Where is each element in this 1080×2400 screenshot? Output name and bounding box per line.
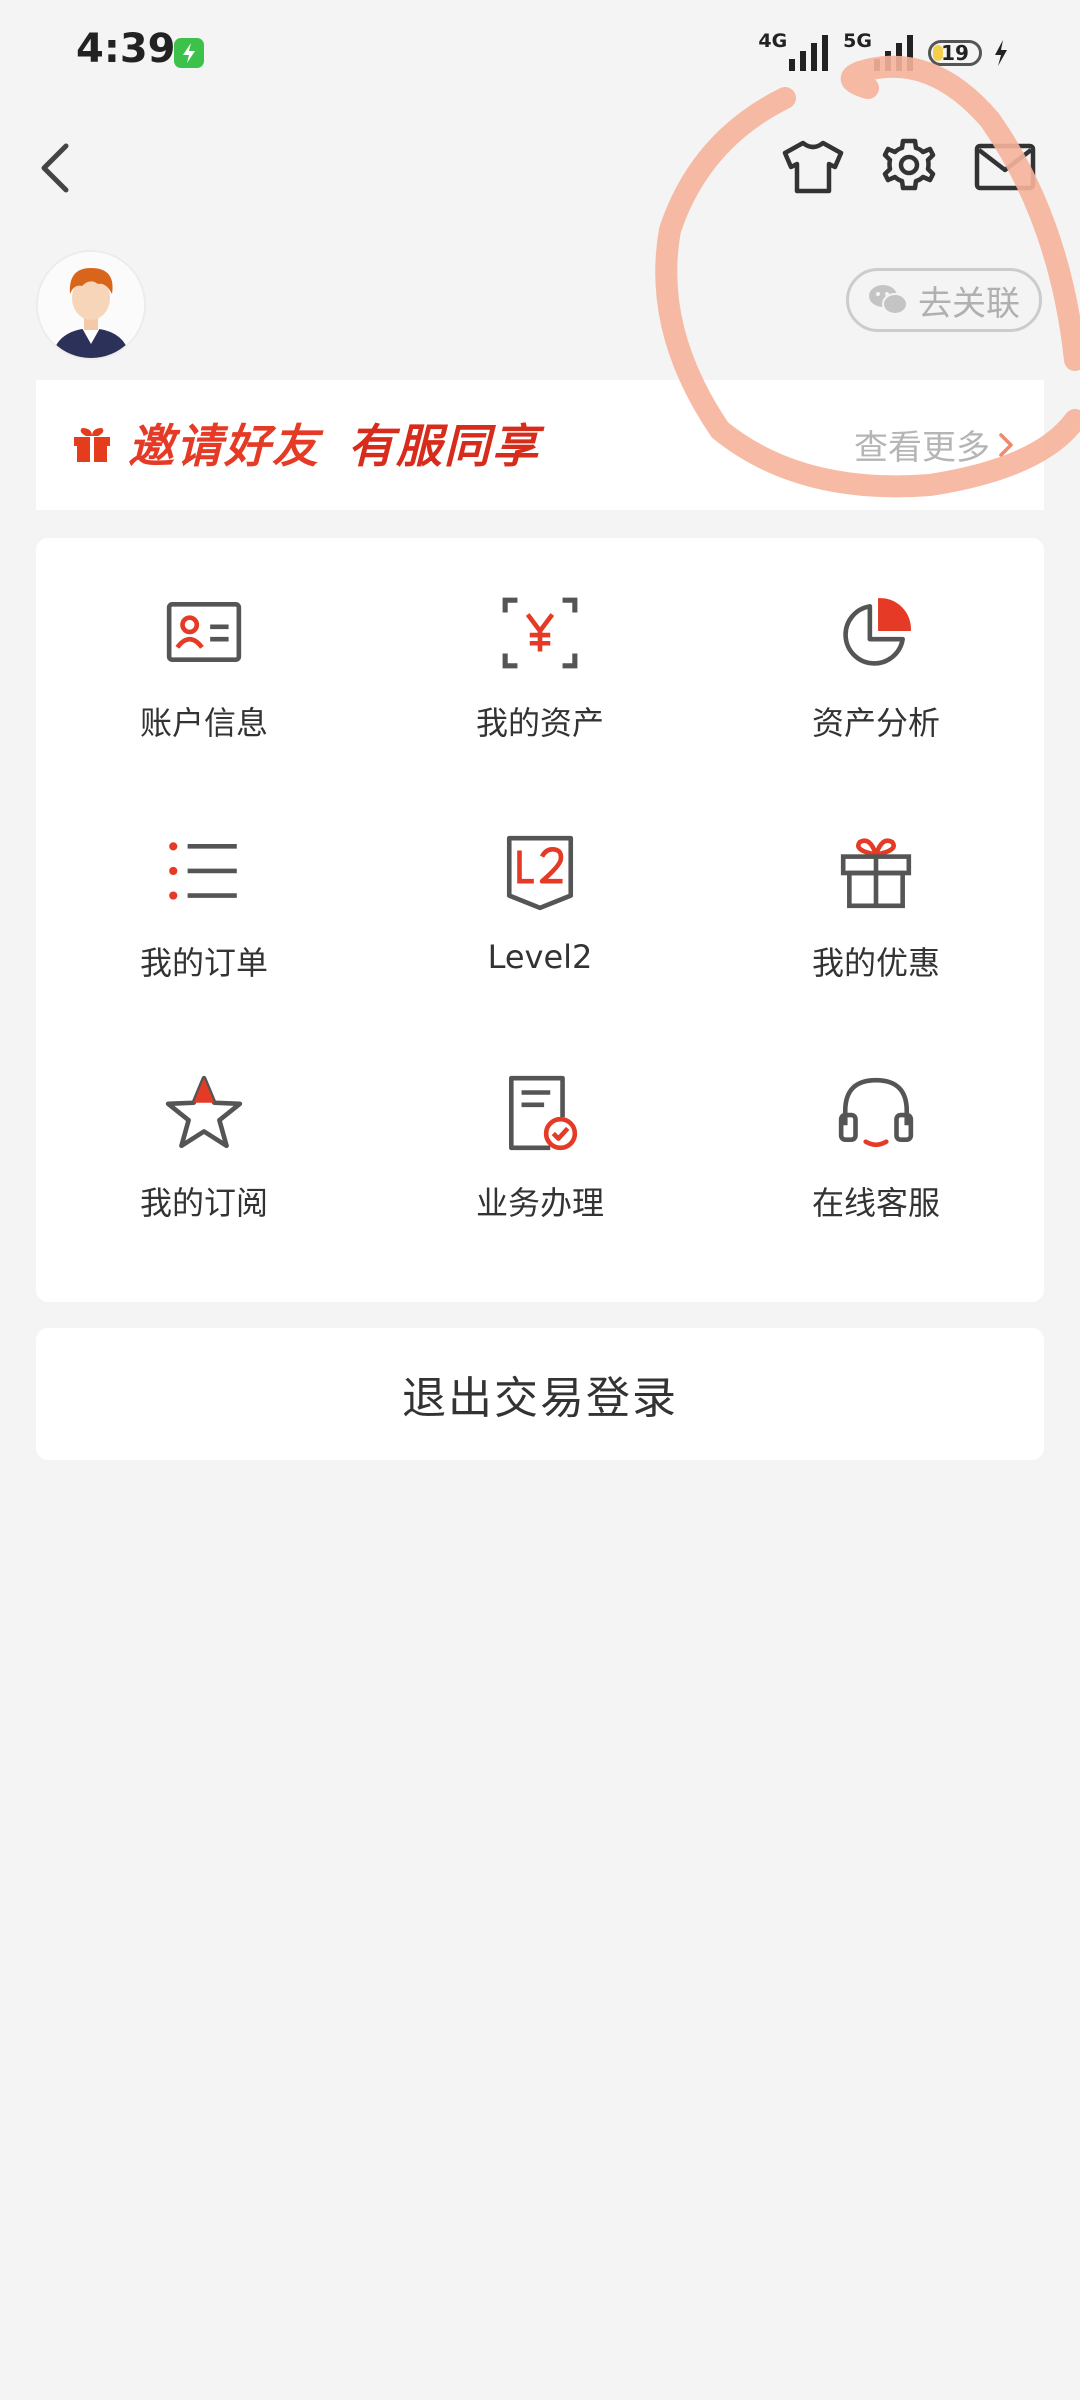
menu-grid: 账户信息 我的资产 资产分析 我的订单 Level2 我的优惠 我的订阅 业务办… xyxy=(36,538,1044,1302)
charging-icon xyxy=(174,38,204,68)
document-check-icon xyxy=(508,1075,578,1151)
menu-item-label: 在线客服 xyxy=(811,1184,940,1222)
theme-button[interactable] xyxy=(778,132,848,202)
menu-item-account-info[interactable]: 账户信息 xyxy=(36,538,372,778)
menu-item-label: Level2 xyxy=(487,938,593,976)
star-icon xyxy=(165,1075,243,1149)
view-more-label: 查看更多 xyxy=(854,428,990,468)
mail-icon xyxy=(974,143,1036,191)
signal-icon xyxy=(789,35,829,71)
signal-icon xyxy=(874,35,913,71)
network-label-5g: 5G xyxy=(843,30,872,52)
menu-item-label: 我的资产 xyxy=(475,704,604,742)
menu-item-my-assets[interactable]: 我的资产 xyxy=(372,538,708,778)
gift-icon xyxy=(840,838,912,909)
invite-slogan: 邀请好友 有服同享 xyxy=(128,410,540,476)
back-button[interactable] xyxy=(28,138,88,198)
logout-button[interactable]: 退出交易登录 xyxy=(36,1328,1044,1460)
wechat-link-button[interactable]: 去关联 xyxy=(846,268,1042,332)
menu-item-label: 业务办理 xyxy=(475,1184,604,1222)
wechat-icon xyxy=(869,285,908,315)
battery-level-text: 19 xyxy=(941,41,969,65)
wechat-link-label: 去关联 xyxy=(918,283,1020,324)
gear-icon xyxy=(882,138,936,191)
menu-item-online-service[interactable]: 在线客服 xyxy=(708,1018,1044,1258)
menu-item-my-orders[interactable]: 我的订单 xyxy=(36,778,372,1018)
list-icon xyxy=(169,842,237,900)
status-time: 4:39 xyxy=(76,26,176,72)
view-more-link[interactable]: 查看更多 xyxy=(854,420,1014,469)
invite-highlight: 有服同享 xyxy=(348,419,540,473)
menu-item-my-subscriptions[interactable]: 我的订阅 xyxy=(36,1018,372,1258)
tshirt-icon xyxy=(782,140,844,194)
menu-item-my-discounts[interactable]: 我的优惠 xyxy=(708,778,1044,1018)
user-avatar-illustration xyxy=(38,252,144,358)
battery-icon: 19 xyxy=(928,40,982,66)
chevron-left-icon xyxy=(41,143,69,193)
menu-item-label: 资产分析 xyxy=(811,704,940,742)
settings-button[interactable] xyxy=(874,132,944,202)
menu-item-label: 我的订单 xyxy=(139,944,268,982)
invite-text: 邀请好友 xyxy=(128,419,320,473)
status-bar: 4:39 4G 5G 19 xyxy=(0,0,1080,110)
nav-bar xyxy=(0,110,1080,220)
messages-button[interactable] xyxy=(970,132,1040,202)
avatar[interactable] xyxy=(36,250,146,360)
pie-chart-icon xyxy=(843,598,911,666)
network-label-4g: 4G xyxy=(758,30,788,52)
yuan-scan-icon xyxy=(502,597,578,669)
menu-item-business-handling[interactable]: 业务办理 xyxy=(372,1018,708,1258)
menu-item-level2[interactable]: Level2 xyxy=(372,778,708,1018)
menu-item-asset-analysis[interactable]: 资产分析 xyxy=(708,538,1044,778)
headset-icon xyxy=(838,1077,914,1148)
menu-item-label: 我的优惠 xyxy=(811,944,940,982)
level2-icon xyxy=(506,835,574,911)
chevron-right-icon xyxy=(999,432,1013,457)
charging-bolt-icon xyxy=(995,40,1007,66)
menu-item-label: 账户信息 xyxy=(139,704,268,742)
menu-item-label: 我的订阅 xyxy=(139,1184,268,1222)
gift-icon xyxy=(74,428,110,462)
account-card-icon xyxy=(166,601,242,662)
invite-banner[interactable]: 邀请好友 有服同享 查看更多 xyxy=(36,380,1044,510)
